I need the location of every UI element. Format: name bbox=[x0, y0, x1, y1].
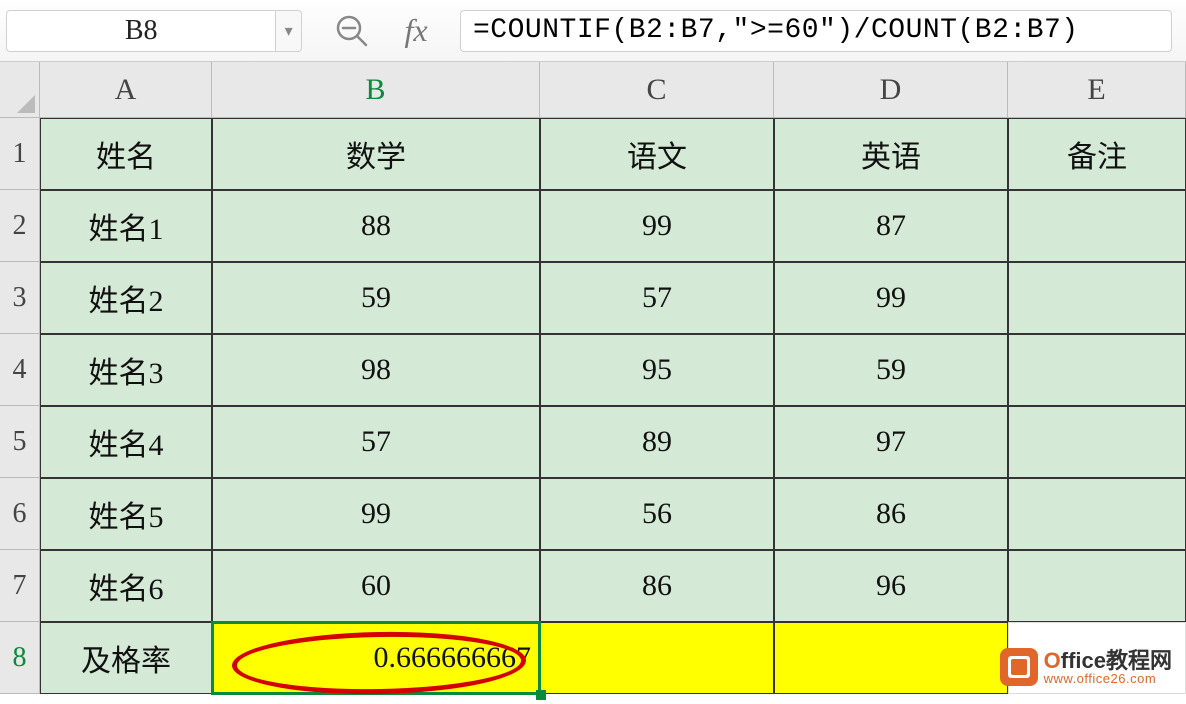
row-headers: 1 2 3 4 5 6 7 8 bbox=[0, 118, 40, 694]
name-box[interactable]: B8 bbox=[6, 10, 276, 52]
cell-c3[interactable]: 57 bbox=[540, 262, 774, 334]
cell-d3[interactable]: 99 bbox=[774, 262, 1008, 334]
col-header-b[interactable]: B bbox=[212, 62, 540, 118]
cell-a6[interactable]: 姓名5 bbox=[40, 478, 212, 550]
watermark-text: Office教程网 www.office26.com bbox=[1044, 650, 1172, 685]
cell-c6[interactable]: 56 bbox=[540, 478, 774, 550]
cell-d5[interactable]: 97 bbox=[774, 406, 1008, 478]
cell-d7[interactable]: 96 bbox=[774, 550, 1008, 622]
cell-d6[interactable]: 86 bbox=[774, 478, 1008, 550]
cell-d1[interactable]: 英语 bbox=[774, 118, 1008, 190]
cell-d8[interactable] bbox=[774, 622, 1008, 694]
row-header-2[interactable]: 2 bbox=[0, 190, 40, 262]
formula-bar-icons: fx bbox=[308, 11, 460, 51]
col-header-c[interactable]: C bbox=[540, 62, 774, 118]
cell-b8[interactable]: 0.666666667 bbox=[212, 622, 540, 694]
cell-c5[interactable]: 89 bbox=[540, 406, 774, 478]
row-header-5[interactable]: 5 bbox=[0, 406, 40, 478]
cell-b2[interactable]: 88 bbox=[212, 190, 540, 262]
table-row: 姓名3 98 95 59 bbox=[40, 334, 1186, 406]
cell-b3[interactable]: 59 bbox=[212, 262, 540, 334]
formula-input[interactable]: =COUNTIF(B2:B7,">=60")/COUNT(B2:B7) bbox=[460, 10, 1172, 52]
cell-c2[interactable]: 99 bbox=[540, 190, 774, 262]
cell-e7[interactable] bbox=[1008, 550, 1186, 622]
cell-e4[interactable] bbox=[1008, 334, 1186, 406]
cell-b5[interactable]: 57 bbox=[212, 406, 540, 478]
cell-b7[interactable]: 60 bbox=[212, 550, 540, 622]
fill-handle[interactable] bbox=[536, 690, 546, 700]
watermark-badge-icon bbox=[1000, 648, 1038, 686]
cell-e2[interactable] bbox=[1008, 190, 1186, 262]
table-row: 姓名6 60 86 96 bbox=[40, 550, 1186, 622]
cell-c7[interactable]: 86 bbox=[540, 550, 774, 622]
cell-c4[interactable]: 95 bbox=[540, 334, 774, 406]
cell-a8[interactable]: 及格率 bbox=[40, 622, 212, 694]
cell-a1[interactable]: 姓名 bbox=[40, 118, 212, 190]
cell-c1[interactable]: 语文 bbox=[540, 118, 774, 190]
name-box-dropdown[interactable]: ▾ bbox=[276, 10, 302, 52]
cell-a4[interactable]: 姓名3 bbox=[40, 334, 212, 406]
watermark-title-prefix: O bbox=[1044, 648, 1061, 673]
cell-a5[interactable]: 姓名4 bbox=[40, 406, 212, 478]
cell-e1[interactable]: 备注 bbox=[1008, 118, 1186, 190]
table-row: 姓名2 59 57 99 bbox=[40, 262, 1186, 334]
row-header-6[interactable]: 6 bbox=[0, 478, 40, 550]
col-header-a[interactable]: A bbox=[40, 62, 212, 118]
cell-a7[interactable]: 姓名6 bbox=[40, 550, 212, 622]
watermark-title-rest: ffice教程网 bbox=[1061, 648, 1172, 673]
cell-e6[interactable] bbox=[1008, 478, 1186, 550]
cell-a3[interactable]: 姓名2 bbox=[40, 262, 212, 334]
row-header-7[interactable]: 7 bbox=[0, 550, 40, 622]
cell-d2[interactable]: 87 bbox=[774, 190, 1008, 262]
watermark-url: www.office26.com bbox=[1044, 672, 1172, 685]
fx-icon[interactable]: fx bbox=[396, 11, 436, 51]
name-box-container: B8 ▾ bbox=[0, 5, 308, 57]
select-all-corner[interactable] bbox=[0, 62, 40, 118]
zoom-out-icon[interactable] bbox=[332, 11, 372, 51]
table-row: 姓名 数学 语文 英语 备注 bbox=[40, 118, 1186, 190]
cell-b6[interactable]: 99 bbox=[212, 478, 540, 550]
cell-b4[interactable]: 98 bbox=[212, 334, 540, 406]
table-row: 姓名5 99 56 86 bbox=[40, 478, 1186, 550]
col-header-d[interactable]: D bbox=[774, 62, 1008, 118]
row-header-3[interactable]: 3 bbox=[0, 262, 40, 334]
column-headers: A B C D E bbox=[40, 62, 1186, 118]
row-header-1[interactable]: 1 bbox=[0, 118, 40, 190]
watermark: Office教程网 www.office26.com bbox=[1000, 648, 1172, 686]
col-header-e[interactable]: E bbox=[1008, 62, 1186, 118]
table-row: 姓名4 57 89 97 bbox=[40, 406, 1186, 478]
table-row: 姓名1 88 99 87 bbox=[40, 190, 1186, 262]
cell-e5[interactable] bbox=[1008, 406, 1186, 478]
cell-e3[interactable] bbox=[1008, 262, 1186, 334]
row-header-8[interactable]: 8 bbox=[0, 622, 40, 694]
cell-d4[interactable]: 59 bbox=[774, 334, 1008, 406]
cell-a2[interactable]: 姓名1 bbox=[40, 190, 212, 262]
row-header-4[interactable]: 4 bbox=[0, 334, 40, 406]
chevron-down-icon: ▾ bbox=[285, 21, 293, 41]
cell-c8[interactable] bbox=[540, 622, 774, 694]
grid: 姓名 数学 语文 英语 备注 姓名1 88 99 87 姓名2 59 57 99… bbox=[40, 118, 1186, 694]
cell-b1[interactable]: 数学 bbox=[212, 118, 540, 190]
formula-bar: B8 ▾ fx =COUNTIF(B2:B7,">=60")/COUNT(B2:… bbox=[0, 0, 1186, 62]
